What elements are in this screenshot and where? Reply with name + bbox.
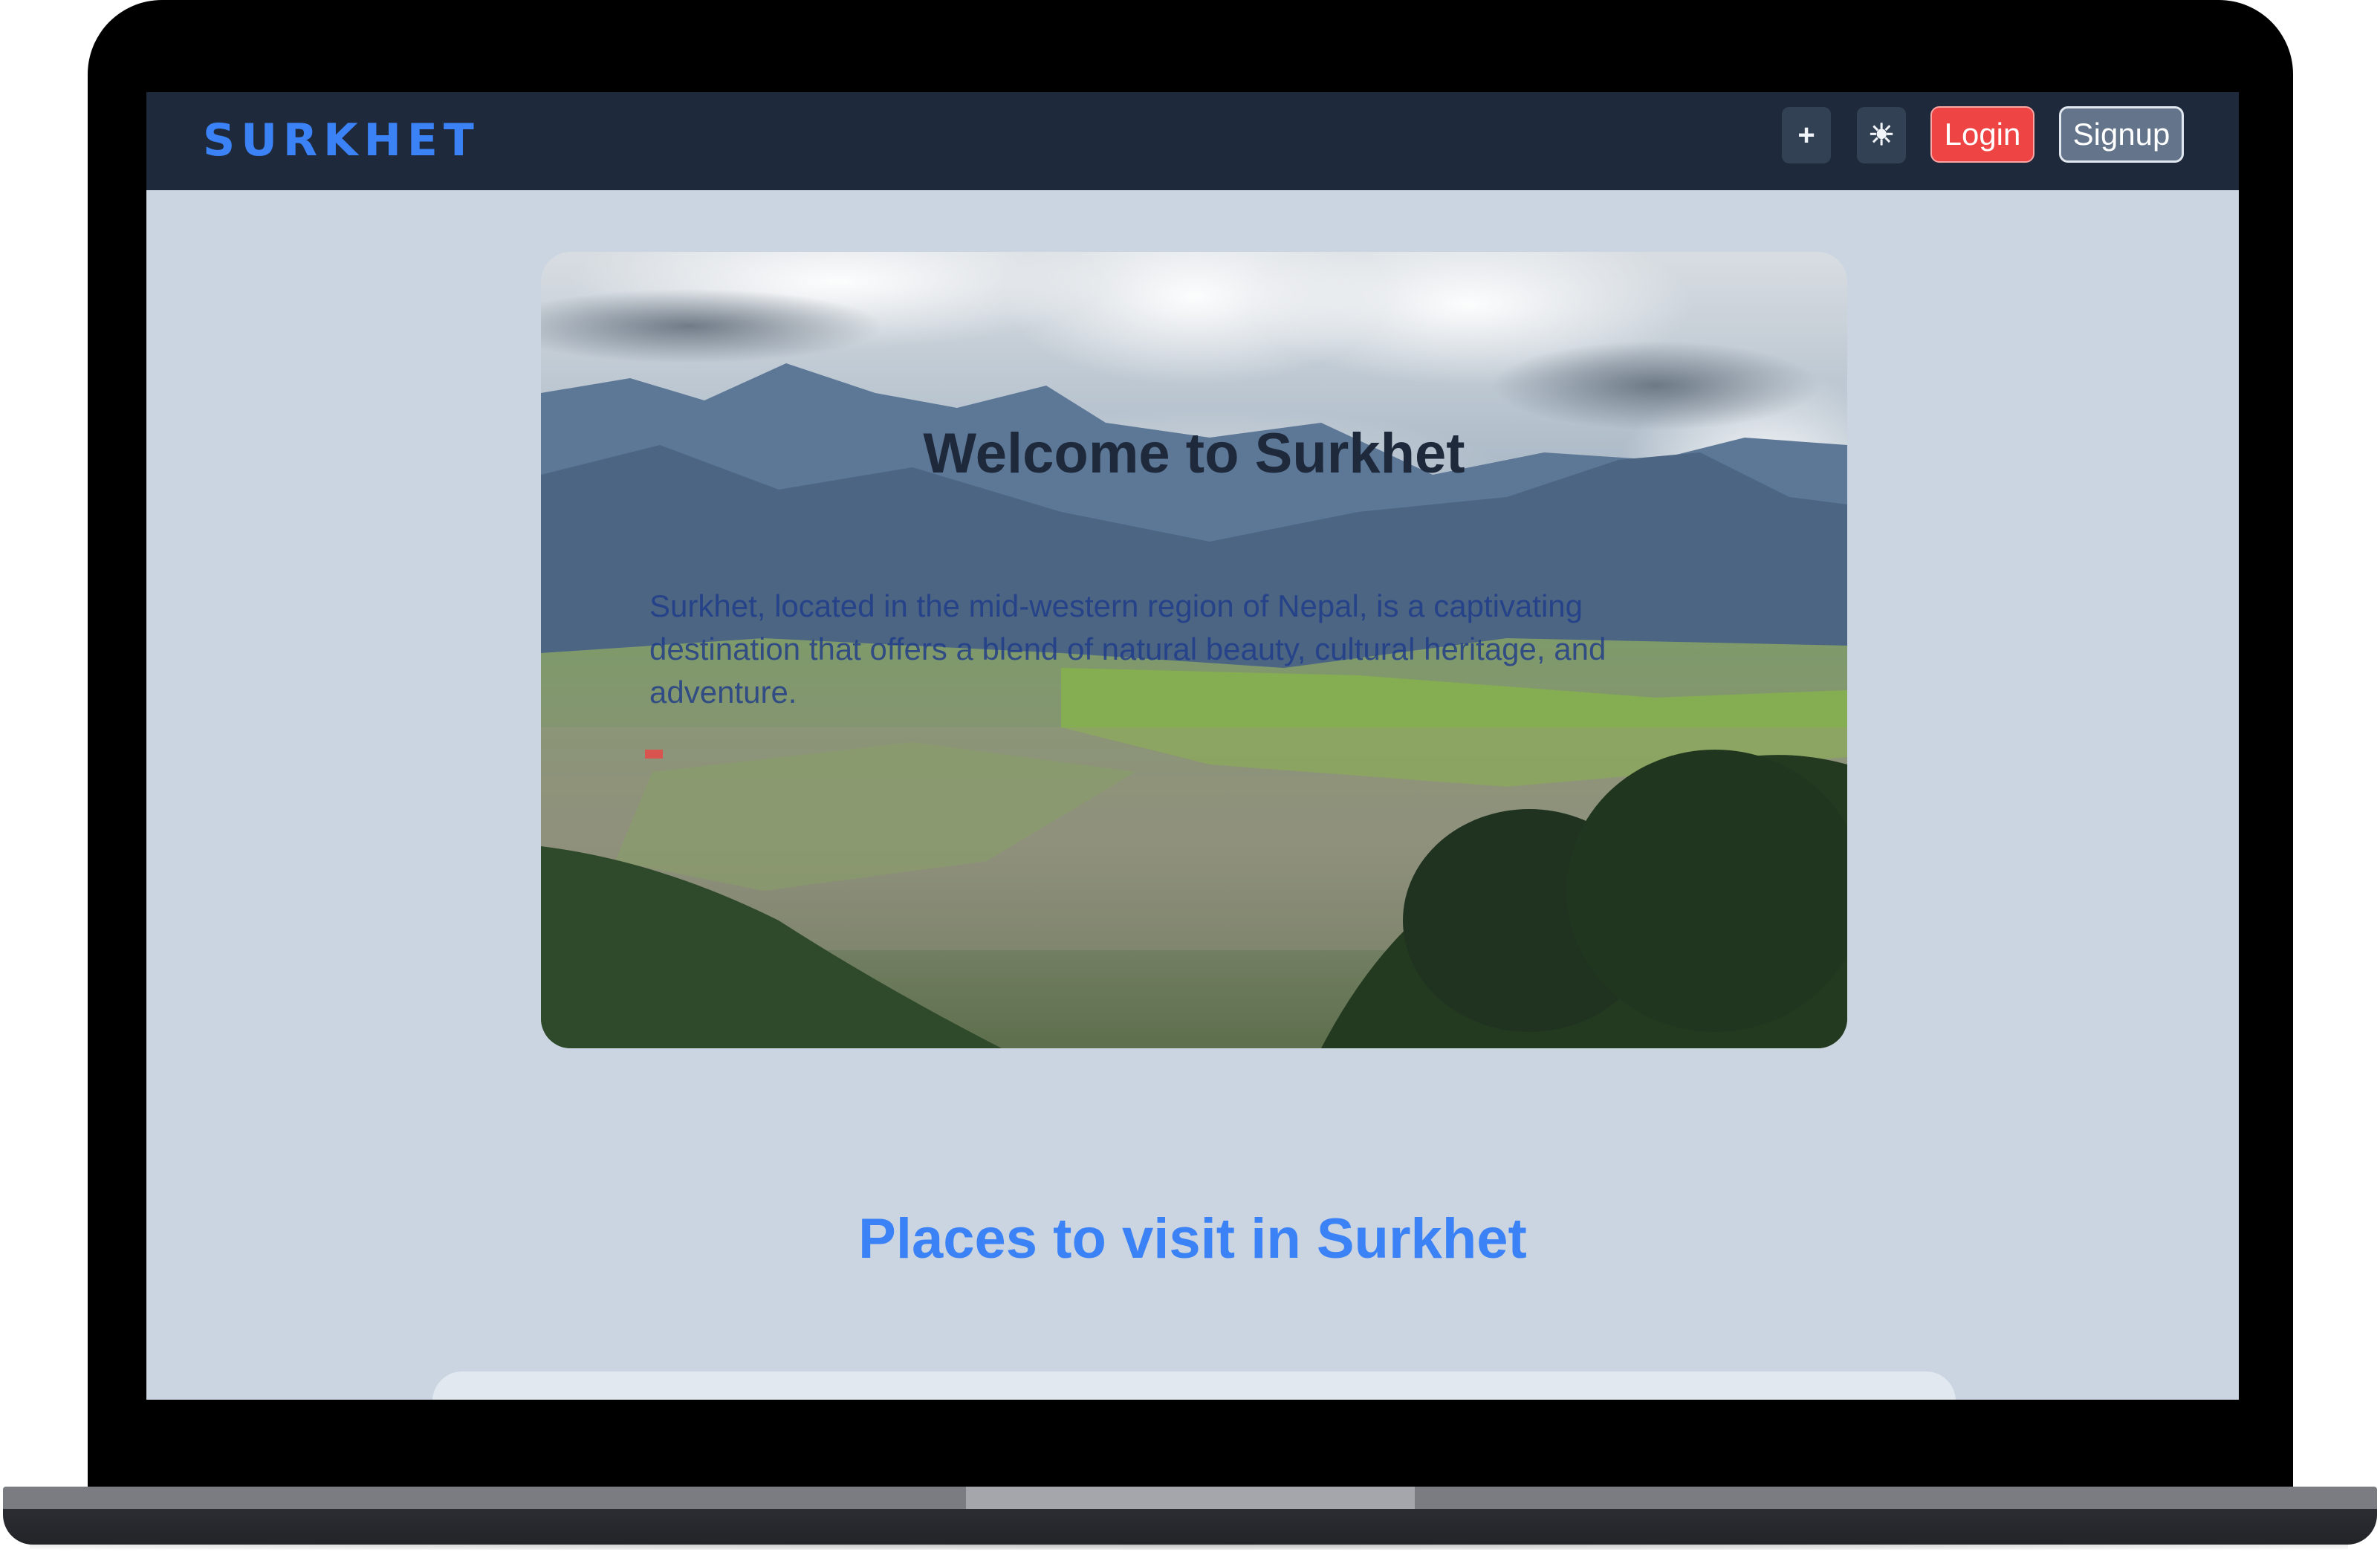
add-button[interactable]: +: [1782, 107, 1831, 163]
signup-button[interactable]: Signup: [2059, 106, 2184, 163]
plus-icon: +: [1797, 118, 1815, 152]
hero-description: Surkhet, located in the mid-western regi…: [649, 588, 1606, 710]
places-card: [432, 1371, 1956, 1400]
laptop-notch: [966, 1487, 1415, 1509]
hero-title: Welcome to Surkhet: [923, 422, 1465, 485]
navbar: SURKHET + ☀ Login Signup: [146, 92, 2239, 190]
places-section-title: Places to visit in Surkhet: [858, 1207, 1527, 1270]
theme-toggle-button[interactable]: ☀: [1857, 107, 1906, 163]
brand-logo[interactable]: SURKHET: [203, 114, 480, 166]
sun-icon: ☀: [1868, 119, 1895, 152]
hero-banner: Welcome to Surkhet Surkhet, located in t…: [541, 252, 1847, 1048]
browser-screen: SURKHET + ☀ Login Signup Welcome to Surk…: [146, 92, 2239, 1400]
login-button[interactable]: Login: [1930, 106, 2034, 163]
